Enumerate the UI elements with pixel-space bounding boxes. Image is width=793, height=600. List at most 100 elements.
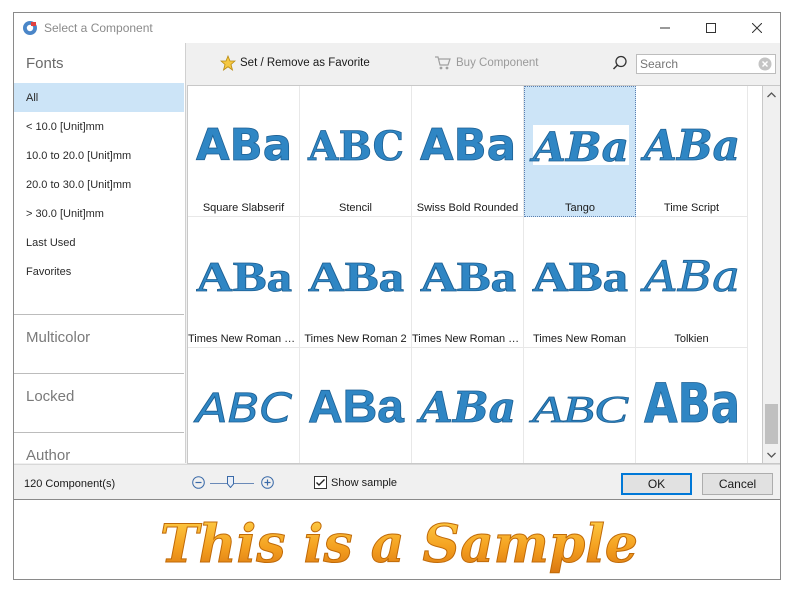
font-tile[interactable]: ABa Times New Roman DA <box>412 217 524 348</box>
close-button[interactable] <box>734 13 780 43</box>
maximize-button[interactable] <box>688 13 734 43</box>
font-tile-label: Time Script <box>663 202 720 214</box>
sidebar-item-label: 10.0 to 20.0 [Unit]mm <box>26 149 132 162</box>
font-sample-preview: ABC <box>528 389 630 432</box>
author-section-title: Author <box>26 447 71 463</box>
window-title: Select a Component <box>44 21 153 35</box>
cart-icon <box>434 55 452 71</box>
search-input[interactable] <box>637 55 750 73</box>
sidebar-item-over-30mm[interactable]: > 30.0 [Unit]mm <box>14 199 184 228</box>
font-sample-preview: ABa <box>308 255 405 302</box>
font-sample-text: ABa <box>640 121 740 170</box>
component-count: 120 Component(s) <box>24 478 116 490</box>
multicolor-section[interactable]: Multicolor <box>14 315 184 374</box>
font-tile-label: Square Slabserif <box>202 202 285 214</box>
vertical-scrollbar[interactable] <box>763 85 780 464</box>
font-sample-preview: ABa <box>644 372 741 436</box>
font-sample-text: ABC <box>528 389 629 431</box>
font-sample-text: ABa <box>644 372 740 435</box>
multicolor-section-title: Multicolor <box>26 329 91 346</box>
font-tile-label: Times New Roman <box>532 333 627 345</box>
font-sample-preview: ABa <box>420 255 517 302</box>
font-sample-text: ABa <box>640 252 740 301</box>
font-tile[interactable]: ABC <box>524 348 636 463</box>
ok-button[interactable]: OK <box>621 473 692 495</box>
sidebar-item-label: Last Used <box>26 236 76 249</box>
scroll-down-icon[interactable] <box>763 446 780 463</box>
sidebar-item-label: > 30.0 [Unit]mm <box>26 207 104 220</box>
font-tile[interactable]: ABa <box>412 348 524 463</box>
title-bar: Select a Component <box>14 13 780 43</box>
buy-component-button[interactable]: Buy Component <box>434 55 538 71</box>
scroll-thumb[interactable] <box>765 404 778 444</box>
font-sample-text: ABa <box>420 255 516 301</box>
font-sample-preview: ABa <box>420 120 517 172</box>
component-grid: ABa Square Slabserif ABC Stencil ABa Swiss Bo… <box>187 85 763 464</box>
sidebar-item-label: 20.0 to 30.0 [Unit]mm <box>26 178 132 191</box>
author-section[interactable]: Author <box>14 433 184 463</box>
font-tile-label: Tolkien <box>674 333 709 345</box>
font-tile[interactable]: ABa Tolkien <box>636 217 748 348</box>
toolbar: Set / Remove as Favorite Buy Component <box>186 43 780 85</box>
font-tile-label: Tango <box>565 202 595 214</box>
fonts-section-title[interactable]: Fonts <box>26 55 64 72</box>
font-sample-text: ABa <box>196 120 292 171</box>
font-sample-text: ABa <box>529 124 629 171</box>
font-sample-text: ABa <box>532 255 628 301</box>
font-tile[interactable]: ABC Stencil <box>300 86 412 217</box>
show-sample-label[interactable]: Show sample <box>331 477 397 489</box>
scroll-up-icon[interactable] <box>763 86 780 103</box>
font-tile[interactable]: ABa Time Script <box>636 86 748 217</box>
show-sample-checkbox[interactable] <box>314 476 327 489</box>
sidebar-item-last-used[interactable]: Last Used <box>14 228 184 257</box>
locked-section-title: Locked <box>26 388 75 405</box>
sidebar-item-all[interactable]: All <box>14 83 184 112</box>
font-sample-preview: ABC <box>307 123 405 171</box>
sidebar-item-favorites[interactable]: Favorites <box>14 257 184 286</box>
sidebar-item-label: Favorites <box>26 265 72 278</box>
font-sample-preview: ABa <box>416 383 517 433</box>
status-bar: 120 Component(s) Show sample OK Cancel <box>14 464 780 500</box>
font-tile[interactable]: ABa Tango <box>524 86 636 217</box>
font-sample-preview: ABa <box>528 124 629 172</box>
font-tile[interactable]: ABa Times New Roman 2 ... <box>188 217 300 348</box>
buy-component-label: Buy Component <box>456 57 539 69</box>
font-tile-label: Times New Roman DA <box>412 333 523 345</box>
favorite-button[interactable]: Set / Remove as Favorite <box>220 55 370 71</box>
zoom-out-icon[interactable] <box>192 476 205 489</box>
font-tile-label: Times New Roman 2 ... <box>188 333 299 345</box>
sidebar-item-label: < 10.0 [Unit]mm <box>26 120 104 133</box>
font-sample-text: ABa <box>308 380 404 432</box>
star-icon <box>220 55 236 71</box>
font-tile[interactable]: ABa <box>300 348 412 463</box>
minimize-button[interactable] <box>642 13 688 43</box>
sidebar-item-under-10mm[interactable]: < 10.0 [Unit]mm <box>14 112 184 141</box>
font-sample-preview: ABa <box>196 120 293 172</box>
font-tile[interactable]: ABa Times New Roman <box>524 217 636 348</box>
font-sample-text: ABa <box>196 255 292 301</box>
font-sample-text: ABC <box>193 386 293 432</box>
favorite-button-label: Set / Remove as Favorite <box>240 57 370 69</box>
font-tile[interactable]: ABa <box>636 348 748 463</box>
font-sample-text: ABa <box>420 120 516 171</box>
font-tile[interactable]: ABa Times New Roman 2 <box>300 217 412 348</box>
font-sample-preview: ABa <box>308 380 405 433</box>
zoom-slider-thumb[interactable] <box>227 476 234 489</box>
sample-preview: This is a Sample <box>14 499 780 579</box>
search-field <box>636 54 776 74</box>
font-tile[interactable]: ABa Square Slabserif <box>188 86 300 217</box>
font-tile-label: Times New Roman 2 <box>304 333 407 345</box>
font-sample-preview: ABa <box>532 255 629 302</box>
locked-section[interactable]: Locked <box>14 374 184 433</box>
cancel-button[interactable]: Cancel <box>702 473 773 495</box>
font-tile[interactable]: ABC <box>188 348 300 463</box>
component-dialog: Select a Component Fonts All < 10.0 [Uni… <box>13 12 781 580</box>
sidebar: Fonts All < 10.0 [Unit]mm 10.0 to 20.0 [… <box>14 43 186 463</box>
font-tile-label: Stencil <box>338 202 373 214</box>
zoom-in-icon[interactable] <box>261 476 274 489</box>
clear-search-icon[interactable] <box>758 57 772 74</box>
sidebar-item-10-to-20mm[interactable]: 10.0 to 20.0 [Unit]mm <box>14 141 184 170</box>
search-icon[interactable] <box>612 55 628 74</box>
font-tile[interactable]: ABa Swiss Bold Rounded <box>412 86 524 217</box>
sidebar-item-20-to-30mm[interactable]: 20.0 to 30.0 [Unit]mm <box>14 170 184 199</box>
